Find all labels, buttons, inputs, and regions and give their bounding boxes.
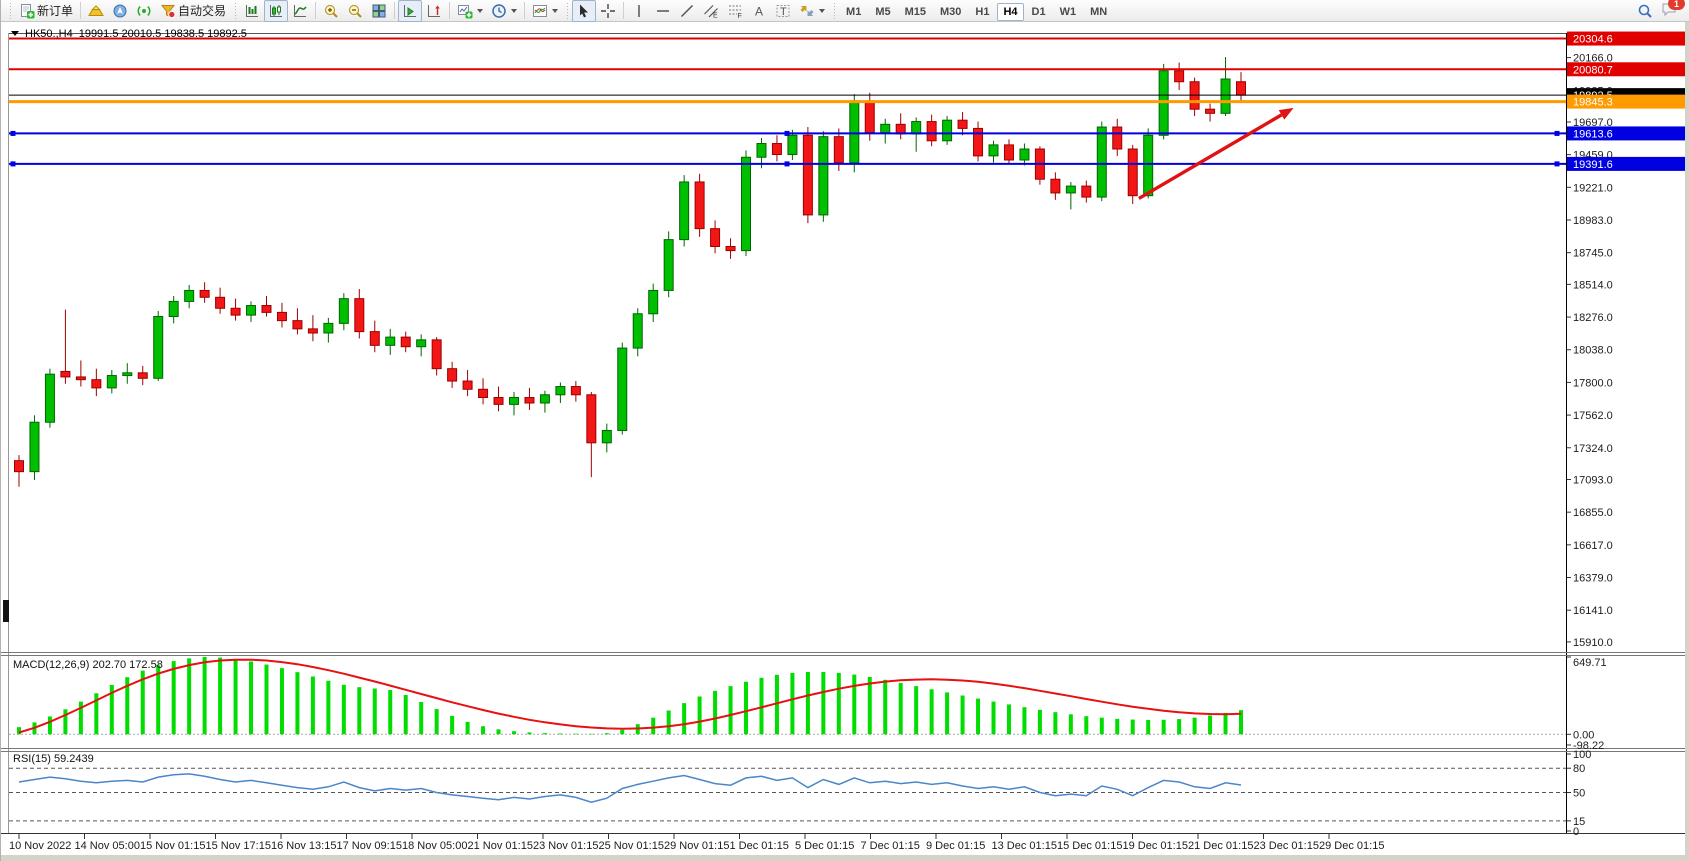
toolbar-separator — [449, 2, 450, 19]
toolbar-grip[interactable] — [8, 3, 12, 19]
timeframe-w1-button[interactable]: W1 — [1054, 3, 1083, 21]
navigator-button[interactable] — [108, 0, 132, 22]
text-icon: A — [751, 3, 767, 19]
chart-shift-button[interactable] — [422, 0, 446, 22]
toolbar-separator — [394, 2, 395, 19]
arrows-icon — [799, 3, 815, 19]
timeframe-h4-button[interactable]: H4 — [997, 3, 1023, 21]
cursor-icon — [576, 3, 592, 19]
clock-icon — [491, 3, 507, 19]
zoom-out-button[interactable] — [343, 0, 367, 22]
new-order-button[interactable]: 新订单 — [15, 0, 77, 22]
dropdown-caret-icon — [477, 9, 483, 16]
svg-text:A: A — [755, 4, 763, 18]
price-axis[interactable] — [1567, 33, 1685, 833]
indicators-icon — [532, 3, 548, 19]
vertical-line-button[interactable] — [627, 0, 651, 22]
dropdown-caret-icon — [511, 9, 517, 16]
new-order-label: 新订单 — [37, 2, 73, 19]
candlestick-chart-icon — [268, 3, 284, 19]
new-order-icon — [19, 3, 35, 19]
market-watch-button[interactable] — [84, 0, 108, 22]
bar-chart-icon — [244, 3, 260, 19]
toolbar-separator — [80, 2, 81, 19]
timeframe-group: M1M5M15M30H1H4D1W1MN — [839, 4, 1114, 18]
chart-shift-icon — [426, 3, 442, 19]
notification-badge: 1 — [1668, 0, 1685, 10]
toolbar-grip[interactable] — [233, 3, 237, 19]
timeframe-m1-button[interactable]: M1 — [840, 3, 867, 21]
periods-button[interactable] — [487, 0, 521, 22]
vertical-line-icon — [631, 3, 647, 19]
zoom-in-icon — [323, 3, 339, 19]
dropdown-caret-icon — [552, 9, 558, 16]
autotrading-label: 自动交易 — [178, 2, 226, 19]
timeframe-mn-button[interactable]: MN — [1084, 3, 1113, 21]
toolbar: 新订单 自动交易 — [1, 0, 1689, 22]
svg-text:T: T — [780, 6, 787, 18]
dropdown-caret-icon — [819, 9, 825, 16]
trendline-icon — [679, 3, 695, 19]
text-label-icon: T — [775, 3, 791, 19]
toolbar-separator — [623, 2, 624, 19]
channel-button[interactable]: E — [699, 0, 723, 22]
crosshair-icon — [600, 3, 616, 19]
navigator-icon — [112, 3, 128, 19]
line-chart-button[interactable] — [288, 0, 312, 22]
indicators-button[interactable] — [528, 0, 562, 22]
toolbar-grip[interactable] — [565, 3, 569, 19]
arrows-button[interactable] — [795, 0, 829, 22]
zoom-out-icon — [347, 3, 363, 19]
time-axis[interactable] — [1, 834, 1685, 854]
trendline-button[interactable] — [675, 0, 699, 22]
text-label-button[interactable]: T — [771, 0, 795, 22]
auto-scroll-button[interactable] — [398, 0, 422, 22]
channel-icon: E — [703, 3, 719, 19]
main-chart-plot[interactable] — [9, 33, 1566, 650]
tile-windows-icon — [371, 3, 387, 19]
zoom-in-button[interactable] — [319, 0, 343, 22]
timeframe-m30-button[interactable]: M30 — [934, 3, 967, 21]
candlestick-chart-button[interactable] — [264, 0, 288, 22]
svg-text:E: E — [713, 12, 718, 19]
autotrading-icon — [160, 3, 176, 19]
toolbar-separator — [315, 2, 316, 19]
bar-chart-button[interactable] — [240, 0, 264, 22]
autotrading-button[interactable]: 自动交易 — [156, 0, 230, 22]
line-chart-icon — [292, 3, 308, 19]
horizontal-line-icon — [655, 3, 671, 19]
gold-icon — [88, 3, 104, 19]
horizontal-line-button[interactable] — [651, 0, 675, 22]
macd-pane[interactable] — [9, 656, 1566, 748]
tile-windows-button[interactable] — [367, 0, 391, 22]
fibonacci-button[interactable]: F — [723, 0, 747, 22]
window-right-edge — [1685, 22, 1689, 861]
signals-button[interactable] — [132, 0, 156, 22]
signal-icon — [136, 3, 152, 19]
new-chart-icon — [457, 3, 473, 19]
timeframe-m5-button[interactable]: M5 — [869, 3, 896, 21]
text-button[interactable]: A — [747, 0, 771, 22]
rsi-pane[interactable] — [9, 751, 1566, 833]
notification-button[interactable]: 1 — [1661, 1, 1678, 20]
new-chart-button[interactable] — [453, 0, 487, 22]
search-icon[interactable] — [1637, 3, 1653, 19]
cursor-button[interactable] — [572, 0, 596, 22]
timeframe-m15-button[interactable]: M15 — [899, 3, 932, 21]
window-bottom-edge — [1, 855, 1689, 861]
timeframe-h1-button[interactable]: H1 — [969, 3, 995, 21]
crosshair-button[interactable] — [596, 0, 620, 22]
timeframe-d1-button[interactable]: D1 — [1026, 3, 1052, 21]
fibonacci-icon: F — [727, 3, 743, 19]
auto-scroll-icon — [402, 3, 418, 19]
toolbar-separator — [524, 2, 525, 19]
svg-text:F: F — [738, 13, 742, 19]
toolbar-grip[interactable] — [832, 3, 836, 19]
